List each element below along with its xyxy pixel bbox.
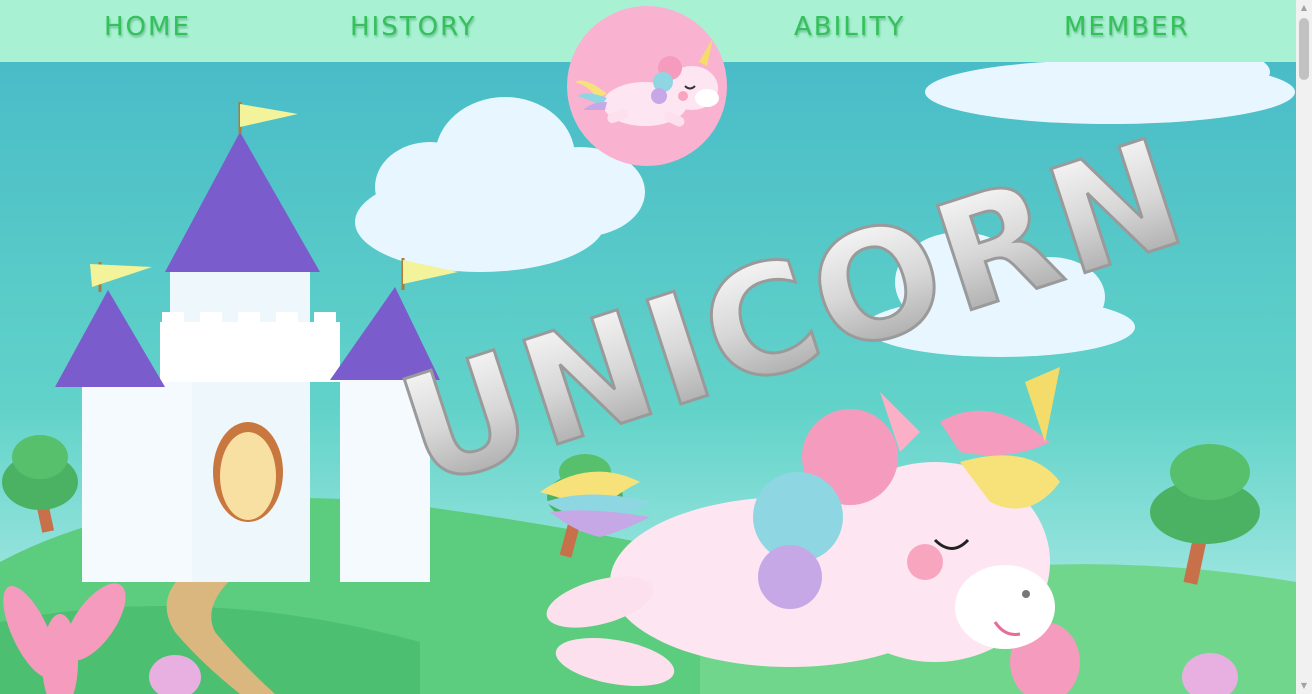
cloud — [925, 62, 1295, 124]
unicorn-logo-icon[interactable] — [567, 6, 727, 166]
vertical-scrollbar[interactable]: ▲ ▼ — [1296, 0, 1312, 694]
nav-link-ability[interactable]: ABILITY — [794, 12, 905, 42]
scroll-thumb[interactable] — [1299, 18, 1309, 80]
scroll-down-arrow-icon[interactable]: ▼ — [1296, 678, 1312, 694]
nav-link-history[interactable]: HISTORY — [350, 12, 476, 42]
nav-link-home[interactable]: HOME — [104, 12, 191, 42]
nav-link-member[interactable]: MEMBER — [1064, 12, 1190, 42]
scroll-up-arrow-icon[interactable]: ▲ — [1296, 0, 1312, 16]
